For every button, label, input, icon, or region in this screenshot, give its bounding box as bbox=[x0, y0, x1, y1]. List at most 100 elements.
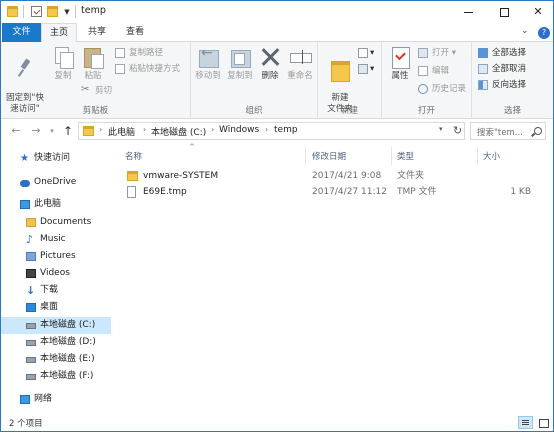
divider bbox=[23, 5, 24, 18]
new-folder-icon[interactable] bbox=[47, 6, 58, 17]
properties-button[interactable]: 属性 bbox=[386, 46, 414, 82]
network-icon bbox=[20, 395, 30, 404]
properties-icon[interactable] bbox=[31, 6, 42, 17]
cut-button[interactable]: 剪切 bbox=[81, 83, 113, 98]
delete-button[interactable]: 删除 bbox=[257, 46, 283, 82]
breadcrumb-chevron-icon[interactable]: › bbox=[99, 125, 102, 134]
folder-icon[interactable] bbox=[7, 6, 18, 17]
history-icon bbox=[418, 84, 428, 94]
paste-button[interactable]: 粘贴 bbox=[79, 46, 107, 82]
cut-label: 剪切 bbox=[95, 86, 113, 96]
forward-arrow-icon[interactable]: → bbox=[29, 124, 43, 138]
file-row[interactable]: vmware-SYSTEM 2017/4/21 9:08 文件夹 bbox=[115, 168, 553, 184]
tab-view[interactable]: 查看 bbox=[117, 23, 153, 42]
nav-item-onedrive[interactable]: OneDrive bbox=[1, 174, 111, 191]
tab-home[interactable]: 主页 bbox=[41, 23, 77, 43]
column-header-type[interactable]: 类型 bbox=[397, 150, 414, 162]
select-none-button[interactable]: 全部取消 bbox=[478, 62, 526, 76]
large-icons-view-icon[interactable] bbox=[535, 416, 550, 429]
nav-item-drive-e[interactable]: 本地磁盘 (E:) bbox=[1, 351, 111, 368]
select-all-icon bbox=[478, 48, 488, 58]
new-folder-icon bbox=[329, 57, 351, 82]
maximize-button[interactable] bbox=[487, 1, 521, 23]
nav-item-quick-access[interactable]: ★ 快速访问 bbox=[1, 150, 111, 167]
column-divider[interactable] bbox=[391, 147, 392, 165]
address-bar[interactable]: › 此电脑 › 本地磁盘 (C:) › Windows › temp ▾ ↻ bbox=[78, 122, 465, 140]
refresh-icon[interactable]: ↻ bbox=[453, 124, 462, 137]
chevron-down-icon[interactable]: ⌄ bbox=[521, 26, 529, 36]
nav-item-this-pc[interactable]: 此电脑 bbox=[1, 196, 111, 213]
new-item-icon bbox=[358, 48, 368, 58]
column-divider[interactable] bbox=[477, 147, 478, 165]
column-divider[interactable] bbox=[305, 147, 306, 165]
open-button[interactable]: 打开 ▾ bbox=[418, 46, 456, 60]
back-arrow-icon[interactable]: ← bbox=[9, 124, 23, 138]
column-header-name[interactable]: 名称 bbox=[125, 150, 142, 162]
copy-to-label: 复制到 bbox=[227, 71, 253, 81]
nav-item-desktop[interactable]: 桌面 bbox=[1, 299, 111, 316]
navigation-bar: ← → ▾ ↑ › 此电脑 › 本地磁盘 (C:) › Windows › te… bbox=[1, 119, 553, 143]
open-label: 打开 bbox=[432, 48, 450, 58]
drive-icon bbox=[26, 323, 36, 329]
ribbon-tabs: 文件 主页 共享 查看 ⌄ ? bbox=[1, 23, 553, 43]
breadcrumb-windows[interactable]: Windows bbox=[219, 125, 259, 135]
quick-access-dropdown-icon[interactable]: ▼ bbox=[63, 7, 71, 17]
desktop-icon bbox=[26, 303, 36, 312]
nav-item-videos[interactable]: Videos bbox=[1, 265, 111, 282]
tab-file[interactable]: 文件 bbox=[2, 23, 41, 42]
breadcrumb-chevron-icon[interactable]: › bbox=[265, 125, 268, 134]
search-input[interactable]: 搜索"tem... bbox=[470, 122, 546, 140]
details-view-icon[interactable] bbox=[518, 416, 533, 429]
nav-item-pictures[interactable]: Pictures bbox=[1, 248, 111, 265]
close-button[interactable]: ✕ bbox=[521, 1, 553, 23]
invert-selection-icon bbox=[478, 80, 488, 90]
copy-button[interactable]: 复制 bbox=[49, 46, 77, 82]
move-to-label: 移动到 bbox=[195, 71, 221, 81]
file-row[interactable]: E69E.tmp 2017/4/27 11:12 TMP 文件 1 KB bbox=[115, 184, 553, 200]
file-list: ^ 名称 修改日期 类型 大小 vmware-SYSTEM 2017/4/21 … bbox=[115, 143, 553, 415]
nav-item-documents[interactable]: Documents bbox=[1, 214, 111, 231]
breadcrumb-this-pc[interactable]: 此电脑 bbox=[108, 125, 135, 138]
recent-locations-icon[interactable]: ▾ bbox=[45, 124, 59, 138]
nav-item-network[interactable]: 网络 bbox=[1, 391, 111, 408]
column-header-size[interactable]: 大小 bbox=[483, 150, 500, 162]
rename-button[interactable]: 重命名 bbox=[285, 46, 315, 82]
invert-selection-button[interactable]: 反向选择 bbox=[478, 78, 526, 92]
edit-label: 编辑 bbox=[432, 66, 450, 76]
breadcrumb-drive-c[interactable]: 本地磁盘 (C:) bbox=[151, 125, 206, 138]
clipboard-group: 固定到"快 速访问" 复制 粘贴 复制路径 粘贴快捷方式 剪切 bbox=[1, 42, 191, 119]
nav-item-music[interactable]: ♪ Music bbox=[1, 231, 111, 248]
history-button[interactable]: 历史记录 bbox=[418, 82, 466, 96]
breadcrumb-chevron-icon[interactable]: › bbox=[143, 125, 146, 134]
edit-button[interactable]: 编辑 bbox=[418, 64, 449, 78]
nav-item-label: 此电脑 bbox=[34, 199, 62, 209]
nav-item-downloads[interactable]: ↓ 下载 bbox=[1, 282, 111, 299]
up-arrow-icon[interactable]: ↑ bbox=[61, 124, 75, 138]
copy-path-button[interactable]: 复制路径 bbox=[115, 46, 163, 60]
copy-to-button[interactable]: 复制到 bbox=[225, 46, 255, 82]
address-dropdown-icon[interactable]: ▾ bbox=[439, 125, 443, 133]
minimize-button[interactable] bbox=[451, 1, 485, 23]
nav-item-drive-f[interactable]: 本地磁盘 (F:) bbox=[1, 368, 111, 385]
organize-group-label: 组织 bbox=[245, 106, 263, 116]
copy-icon bbox=[52, 46, 74, 69]
move-to-button[interactable]: 移动到 bbox=[193, 46, 223, 82]
column-header-date[interactable]: 修改日期 bbox=[312, 150, 346, 162]
easy-access-button[interactable]: ▾ bbox=[358, 62, 374, 76]
paste-shortcut-button[interactable]: 粘贴快捷方式 bbox=[115, 62, 180, 76]
scissors-icon bbox=[81, 83, 91, 97]
breadcrumb-chevron-icon[interactable]: › bbox=[211, 125, 214, 134]
breadcrumb-temp[interactable]: temp bbox=[274, 125, 298, 135]
new-item-button[interactable]: ▾ bbox=[358, 46, 374, 60]
copy-path-label: 复制路径 bbox=[129, 48, 164, 58]
clipboard-group-label: 剪贴板 bbox=[82, 106, 109, 116]
search-placeholder: 搜索"tem... bbox=[477, 128, 523, 138]
file-type: 文件夹 bbox=[397, 171, 425, 181]
cloud-icon bbox=[20, 180, 30, 187]
search-icon bbox=[534, 127, 542, 135]
nav-item-drive-c[interactable]: 本地磁盘 (C:) bbox=[1, 317, 111, 334]
help-icon[interactable]: ? bbox=[538, 27, 550, 39]
tab-share[interactable]: 共享 bbox=[79, 23, 115, 42]
nav-item-drive-d[interactable]: 本地磁盘 (D:) bbox=[1, 334, 111, 351]
select-all-button[interactable]: 全部选择 bbox=[478, 46, 526, 60]
